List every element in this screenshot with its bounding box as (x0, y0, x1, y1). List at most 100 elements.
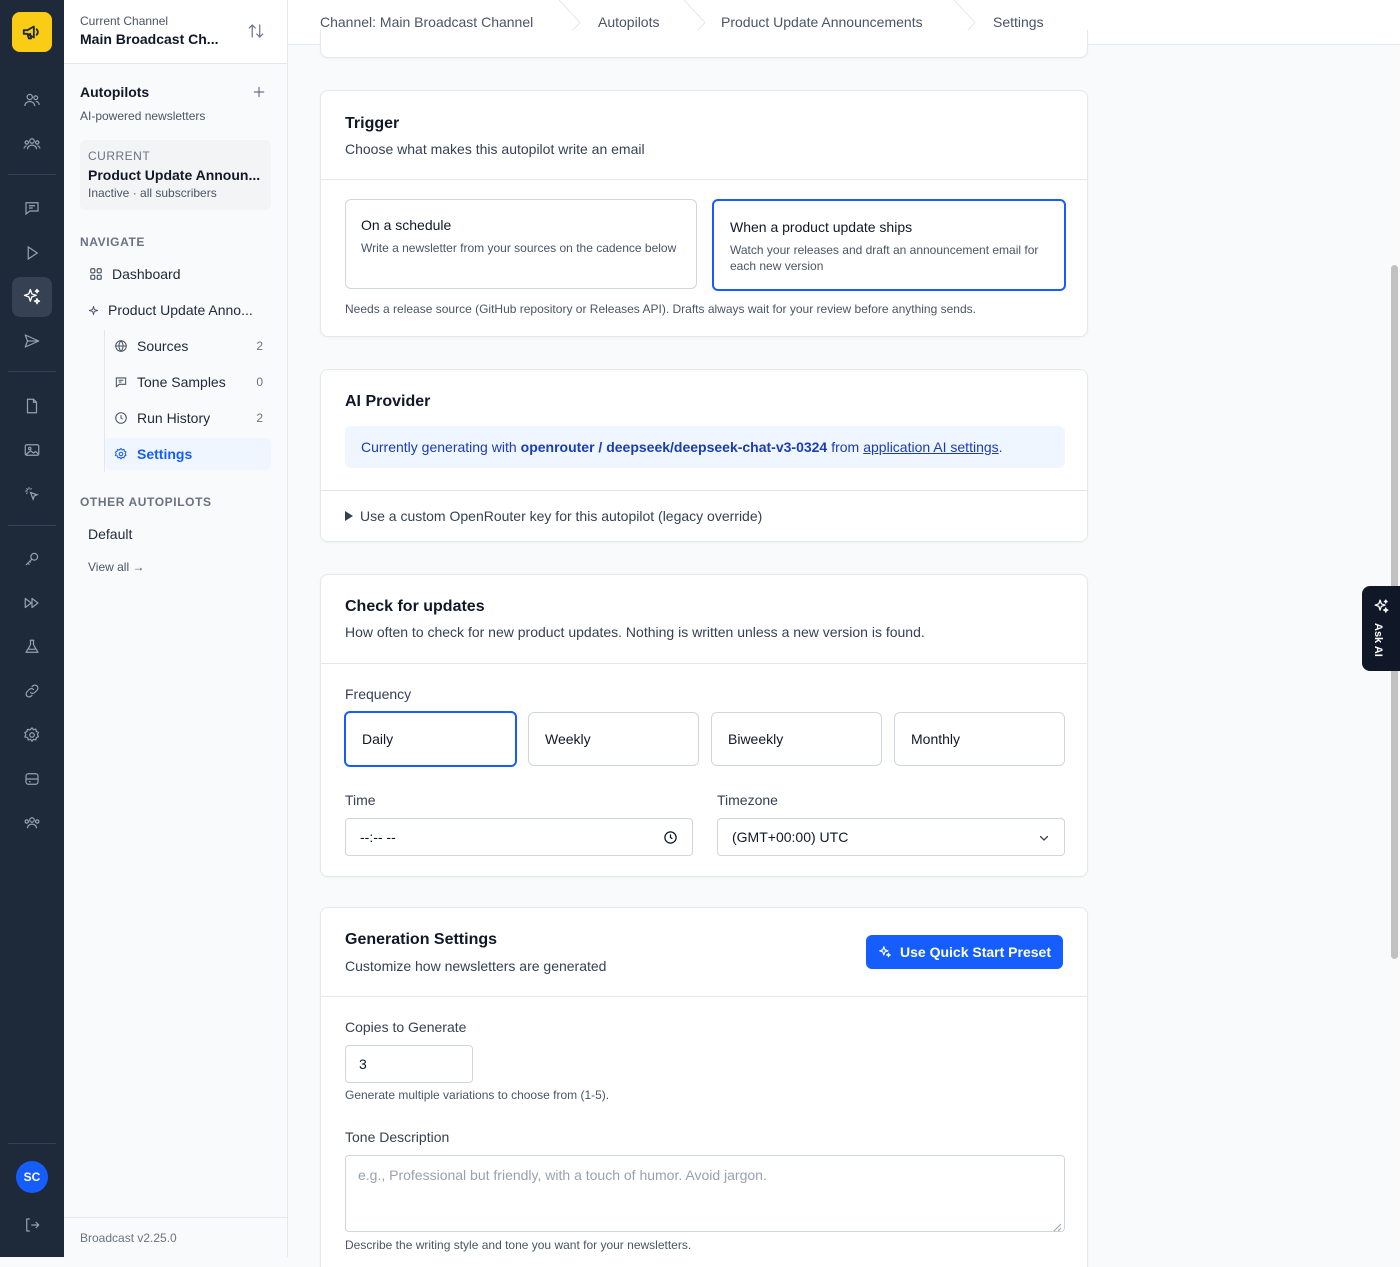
frequency-monthly[interactable]: Monthly (894, 712, 1065, 766)
users-icon[interactable] (12, 80, 52, 120)
clock-icon (113, 410, 129, 426)
sidebar-item-tone-samples[interactable]: Tone Samples 0 (105, 366, 271, 398)
grid-icon (88, 266, 104, 282)
option-description: Watch your releases and draft an announc… (730, 243, 1039, 273)
switch-arrows-icon[interactable] (247, 22, 265, 45)
sidebar-item-label: Tone Samples (137, 374, 226, 390)
icon-rail: SC (0, 0, 64, 1257)
current-autopilot[interactable]: CURRENT Product Update Announ... Inactiv… (80, 140, 271, 210)
ai-provider-card: AI Provider Currently generating with op… (320, 369, 1088, 542)
chat-icon[interactable] (12, 188, 52, 228)
custom-key-toggle[interactable]: Use a custom OpenRouter key for this aut… (345, 508, 762, 524)
add-icon[interactable] (251, 84, 267, 105)
navigate-label: NAVIGATE (80, 235, 146, 249)
sidebar-item-settings[interactable]: Settings (105, 438, 271, 470)
card-title: Generation Settings (345, 931, 498, 948)
frequency-biweekly[interactable]: Biweekly (711, 712, 882, 766)
timezone-select[interactable]: (GMT+00:00) UTC (717, 818, 1065, 856)
custom-key-label: Use a custom OpenRouter key for this aut… (360, 508, 763, 524)
other-autopilots-label: OTHER AUTOPILOTS (80, 495, 212, 509)
team-icon[interactable] (12, 803, 52, 843)
group-icon[interactable] (12, 124, 52, 164)
megaphone-icon[interactable] (12, 12, 52, 52)
info-middle: from (831, 439, 860, 455)
info-suffix: . (998, 439, 1003, 455)
sidebar-item-label: Sources (137, 338, 189, 354)
sidebar-item-default[interactable]: Default (80, 518, 271, 550)
option-title: On a schedule (361, 217, 452, 233)
sparkle-icon (86, 302, 100, 318)
current-status: Inactive · all subscribers (88, 186, 217, 200)
sidebar-item-label: Default (88, 526, 133, 542)
trigger-option-schedule[interactable]: On a schedule Write a newsletter from yo… (345, 199, 697, 289)
ask-ai-label: Ask AI (1372, 623, 1384, 657)
document-icon[interactable] (12, 386, 52, 426)
frequency-weekly[interactable]: Weekly (528, 712, 699, 766)
sidebar-item-label: Run History (137, 410, 211, 426)
quick-start-preset-label: Use Quick Start Preset (900, 944, 1051, 960)
timezone-label: Timezone (717, 792, 778, 808)
model-name: openrouter / deepseek/deepseek-chat-v3-0… (520, 439, 828, 455)
check-updates-card: Check for updates How often to check for… (320, 574, 1088, 877)
channel-switcher[interactable]: Current Channel Main Broadcast Ch... (64, 0, 287, 64)
view-all-link[interactable]: View all → (88, 560, 144, 574)
copies-help: Generate multiple variations to choose f… (345, 1088, 610, 1102)
gear-icon[interactable] (12, 715, 52, 755)
gear-icon (113, 446, 129, 462)
info-prefix: Currently generating with (361, 439, 517, 455)
section-subtitle: AI-powered newsletters (80, 109, 206, 123)
sidebar-item-label: Product Update Anno... (108, 302, 253, 318)
card-description: Choose what makes this autopilot write a… (345, 141, 645, 157)
provider-info: Currently generating with openrouter / d… (345, 426, 1065, 468)
clock-icon[interactable] (663, 830, 678, 845)
sidebar-footer: Broadcast v2.25.0 (64, 1217, 287, 1257)
tone-textarea[interactable]: e.g., Professional but friendly, with a … (345, 1155, 1065, 1232)
copies-label: Copies to Generate (345, 1019, 467, 1035)
sidebar-item-sources[interactable]: Sources 2 (105, 330, 271, 362)
chat-icon (113, 374, 129, 390)
link-icon[interactable] (12, 671, 52, 711)
fast-forward-icon[interactable] (12, 583, 52, 623)
quick-start-preset-button[interactable]: Use Quick Start Preset (866, 935, 1063, 969)
count-badge: 2 (256, 339, 263, 353)
trigger-note: Needs a release source (GitHub repositor… (345, 302, 976, 316)
time-value: --:-- -- (360, 829, 396, 845)
triangle-right-icon (345, 511, 353, 521)
generation-settings-card: Generation Settings Customize how newsle… (320, 907, 1088, 1267)
card-description: Customize how newsletters are generated (345, 958, 607, 974)
sidebar-item-autopilot[interactable]: Product Update Anno... (80, 294, 271, 326)
logout-icon[interactable] (12, 1205, 52, 1245)
avatar[interactable]: SC (16, 1161, 48, 1193)
time-label: Time (345, 792, 376, 808)
sidebar-item-label: Dashboard (112, 266, 181, 282)
count-badge: 2 (256, 411, 263, 425)
channel-label: Current Channel (80, 14, 169, 28)
card-description: How often to check for new product updat… (345, 624, 925, 640)
cursor-click-icon[interactable] (12, 474, 52, 514)
image-icon[interactable] (12, 430, 52, 470)
sparkle-icon[interactable] (12, 277, 52, 317)
ask-ai-button[interactable]: Ask AI (1362, 586, 1400, 671)
time-input[interactable]: --:-- -- (345, 818, 693, 856)
send-icon[interactable] (12, 321, 52, 361)
copies-input[interactable]: 3 (345, 1045, 473, 1083)
ai-settings-link[interactable]: application AI settings (863, 439, 998, 455)
sidebar-item-dashboard[interactable]: Dashboard (80, 258, 271, 290)
current-name: Product Update Announ... (88, 167, 261, 183)
tone-help: Describe the writing style and tone you … (345, 1238, 692, 1252)
flask-icon[interactable] (12, 627, 52, 667)
chevron-down-icon (1038, 832, 1050, 844)
version-label: Broadcast v2.25.0 (80, 1231, 177, 1245)
key-icon[interactable] (12, 539, 52, 579)
database-icon[interactable] (12, 759, 52, 799)
tone-label: Tone Description (345, 1129, 450, 1145)
sidebar-item-run-history[interactable]: Run History 2 (105, 402, 271, 434)
play-icon[interactable] (12, 233, 52, 273)
trigger-card: Trigger Choose what makes this autopilot… (320, 90, 1088, 337)
trigger-option-product-update[interactable]: When a product update ships Watch your r… (712, 199, 1066, 291)
timezone-value: (GMT+00:00) UTC (732, 829, 849, 845)
frequency-daily[interactable]: Daily (344, 711, 517, 767)
resize-handle-icon[interactable] (1053, 1219, 1062, 1237)
option-title: When a product update ships (730, 219, 913, 235)
sidebar: Current Channel Main Broadcast Ch... Aut… (64, 0, 288, 1257)
